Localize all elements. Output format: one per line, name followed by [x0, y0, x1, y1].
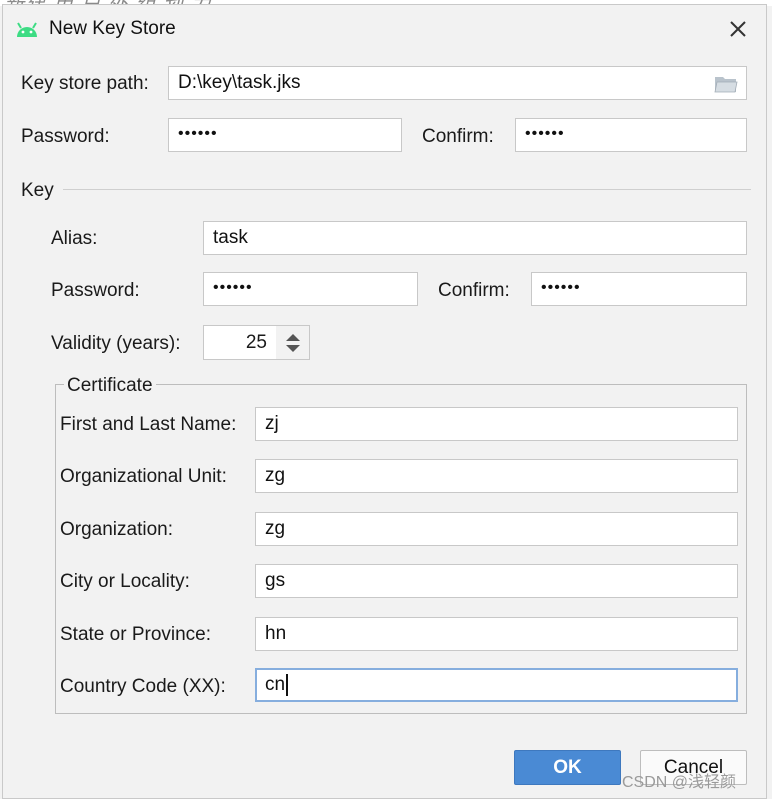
- android-icon: [17, 22, 37, 37]
- alias-label: Alias:: [51, 228, 98, 249]
- alias-input[interactable]: task: [203, 221, 747, 255]
- close-icon[interactable]: [724, 15, 752, 43]
- validity-value: 25: [245, 332, 267, 353]
- text-caret: [286, 673, 289, 696]
- city-locality-input[interactable]: gs: [255, 564, 738, 598]
- certificate-legend: Certificate: [64, 375, 156, 397]
- organization-label: Organization:: [60, 519, 174, 540]
- key-password-input[interactable]: ••••••: [203, 272, 418, 306]
- folder-icon[interactable]: [714, 74, 738, 94]
- key-section-divider: [63, 189, 751, 190]
- key-store-path-field[interactable]: D:\key\task.jks: [168, 66, 747, 100]
- title-bar: New Key Store: [3, 5, 766, 53]
- country-code-input[interactable]: cn: [255, 668, 738, 702]
- key-confirm-label: Confirm:: [438, 280, 510, 301]
- keystore-confirm-label: Confirm:: [422, 126, 494, 147]
- country-code-label: Country Code (XX):: [60, 676, 226, 697]
- ok-button[interactable]: OK: [514, 750, 621, 785]
- keystore-confirm-input[interactable]: ••••••: [515, 118, 747, 152]
- organizational-unit-input[interactable]: zg: [255, 459, 738, 493]
- keystore-password-label: Password:: [21, 126, 110, 147]
- organization-input[interactable]: zg: [255, 512, 738, 546]
- state-province-input[interactable]: hn: [255, 617, 738, 651]
- validity-spinner[interactable]: 25: [203, 325, 310, 360]
- organizational-unit-label: Organizational Unit:: [60, 466, 227, 487]
- key-store-path-label: Key store path:: [21, 73, 149, 94]
- new-key-store-dialog: New Key Store Key store path: D:\key\tas…: [2, 4, 767, 799]
- first-last-name-label: First and Last Name:: [60, 414, 237, 435]
- state-province-label: State or Province:: [60, 624, 212, 645]
- key-confirm-input[interactable]: ••••••: [531, 272, 747, 306]
- key-section-label: Key: [21, 180, 54, 201]
- keystore-password-input[interactable]: ••••••: [168, 118, 402, 152]
- validity-label: Validity (years):: [51, 333, 181, 354]
- country-code-value: cn: [265, 674, 286, 695]
- key-store-path-value: D:\key\task.jks: [178, 72, 301, 93]
- spinner-buttons[interactable]: [276, 326, 309, 359]
- first-last-name-input[interactable]: zj: [255, 407, 738, 441]
- key-password-label: Password:: [51, 280, 140, 301]
- decrement-arrow-icon[interactable]: [286, 345, 300, 352]
- dialog-title: New Key Store: [49, 18, 176, 39]
- increment-arrow-icon[interactable]: [286, 334, 300, 341]
- city-locality-label: City or Locality:: [60, 571, 190, 592]
- csdn-watermark: CSDN @浅轻颜: [622, 774, 737, 791]
